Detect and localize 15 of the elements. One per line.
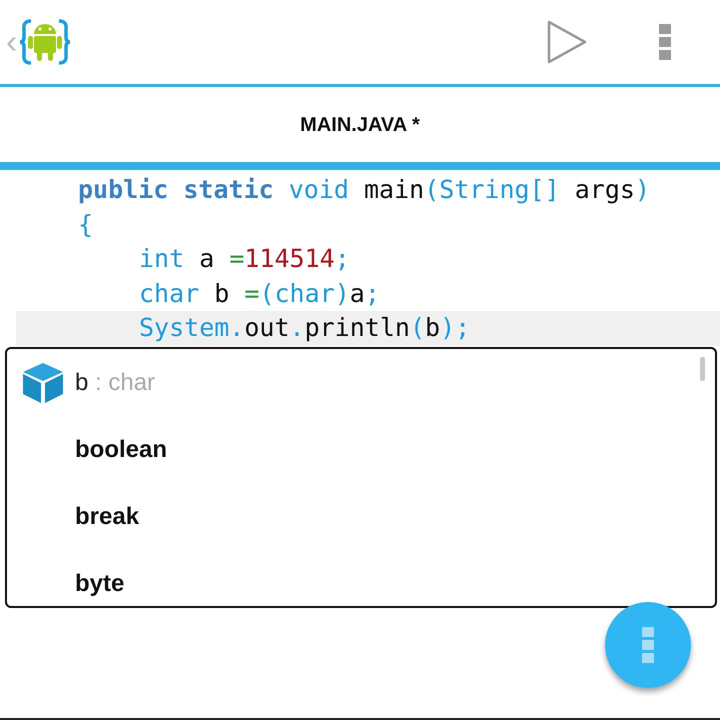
- code-line: {: [77, 208, 94, 240]
- file-tab[interactable]: MAIN.JAVA *: [300, 110, 420, 140]
- cube-icon: [21, 360, 65, 404]
- completion-item[interactable]: byte: [7, 550, 715, 606]
- floating-menu-button[interactable]: [605, 602, 691, 688]
- scrollbar: [700, 357, 705, 381]
- play-icon: [547, 20, 587, 64]
- code-line: public static void main(String[] args): [77, 174, 651, 206]
- code-line: char b =(char)a;: [138, 278, 381, 310]
- more-icon: [642, 627, 654, 663]
- code-line: int a =114514;: [138, 243, 351, 275]
- completion-item[interactable]: b : char: [7, 349, 715, 416]
- more-icon: [659, 24, 671, 60]
- completion-item[interactable]: boolean: [7, 416, 715, 483]
- completion-item[interactable]: break: [7, 483, 715, 550]
